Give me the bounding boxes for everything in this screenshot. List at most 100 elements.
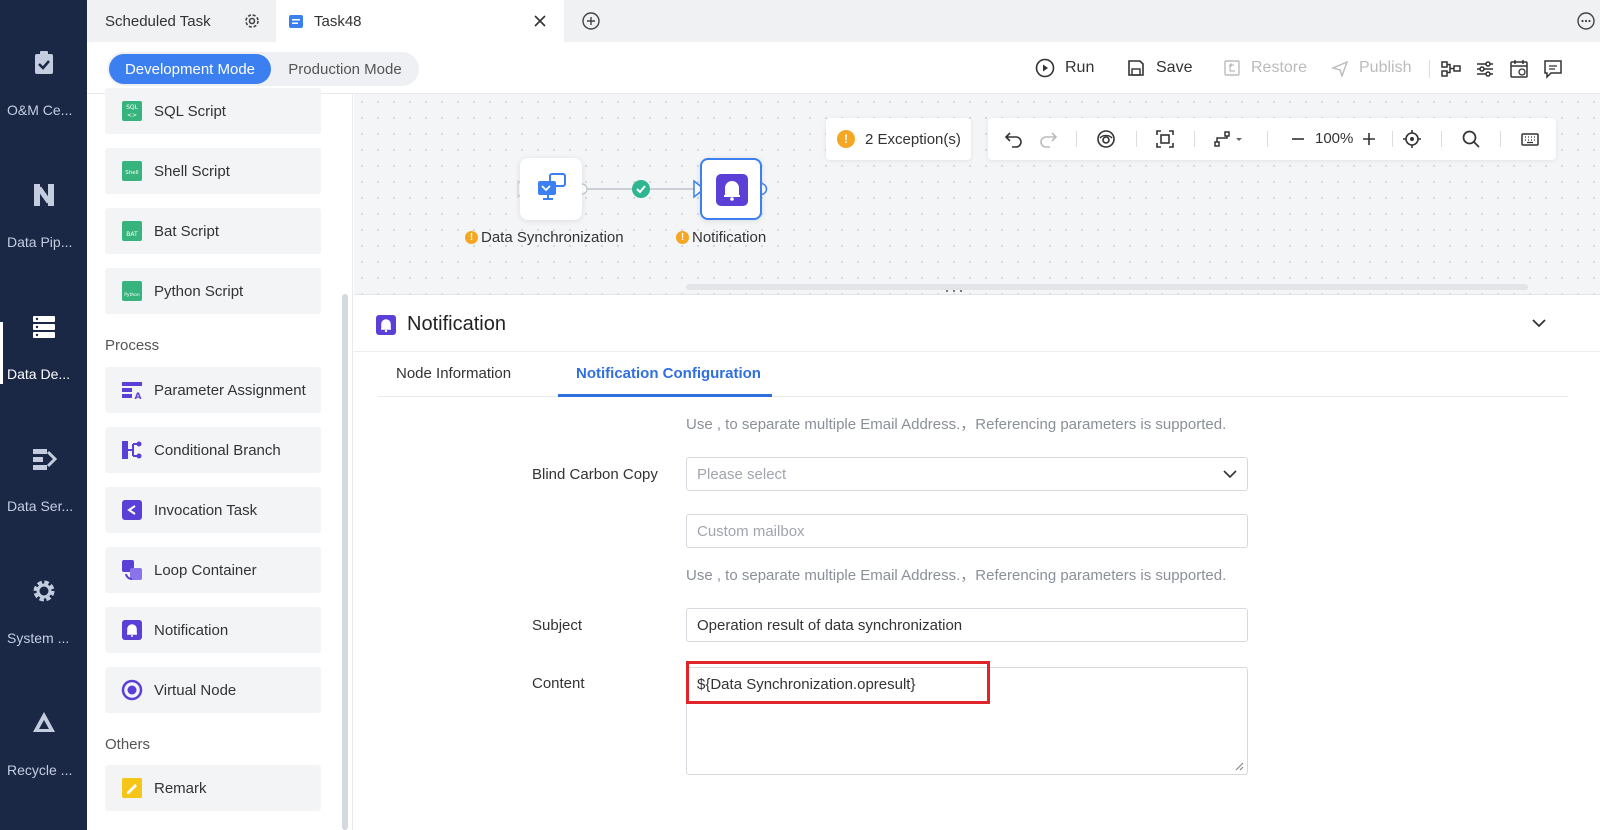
node-notification[interactable] xyxy=(700,158,762,220)
bcc-label: Blind Carbon Copy xyxy=(532,466,658,483)
add-tab-icon[interactable] xyxy=(582,12,600,30)
subject-label: Subject xyxy=(532,617,583,634)
nav-data-service[interactable]: Data Ser... xyxy=(0,446,87,566)
tab-node-information[interactable]: Node Information xyxy=(396,365,511,382)
panel-tabs: Node Information Notification Configurat… xyxy=(378,353,1568,397)
component-bat-script[interactable]: BAT Bat Script xyxy=(105,208,321,254)
chevron-down-icon[interactable] xyxy=(1531,317,1547,329)
locate-icon[interactable] xyxy=(1402,129,1422,149)
gear-icon[interactable] xyxy=(243,12,261,30)
tab-task48[interactable]: Task48 xyxy=(276,0,564,42)
gear-icon xyxy=(33,580,55,602)
component-conditional-branch[interactable]: Conditional Branch xyxy=(105,427,321,473)
divider xyxy=(1194,131,1195,147)
svg-text:A: A xyxy=(135,392,142,401)
restore-button[interactable]: Restore xyxy=(1223,56,1307,80)
component-label: Remark xyxy=(154,779,207,797)
undo-icon[interactable] xyxy=(1004,129,1024,149)
loop-icon xyxy=(122,560,142,581)
mode-switch: Development Mode Production Mode xyxy=(107,52,419,86)
keyboard-icon[interactable] xyxy=(1520,129,1540,149)
node-label-text: Notification xyxy=(692,229,767,246)
schedule-config-icon[interactable] xyxy=(1508,58,1530,80)
component-shell-script[interactable]: Shell Shell Script xyxy=(105,148,321,194)
server-stack-icon xyxy=(33,316,55,338)
divider xyxy=(1429,60,1430,78)
main-nav-rail: O&M Ce... Data Pip... Data De... Data Se… xyxy=(0,0,87,830)
component-loop-container[interactable]: Loop Container xyxy=(105,547,321,593)
component-label: Notification xyxy=(154,621,229,639)
nav-label: Data Ser... xyxy=(7,498,74,514)
custom-mailbox-placeholder: Custom mailbox xyxy=(697,522,805,540)
zoom-in-icon[interactable] xyxy=(1359,129,1379,149)
tab-scheduled-task[interactable]: Scheduled Task xyxy=(105,0,211,42)
bat-script-icon: BAT xyxy=(122,221,142,241)
nav-data-pipeline[interactable]: Data Pip... xyxy=(0,182,87,302)
divider xyxy=(1136,131,1137,147)
nav-om-center[interactable]: O&M Ce... xyxy=(0,50,87,170)
resize-grip-icon[interactable] xyxy=(1234,761,1244,771)
nav-label: Recycle ... xyxy=(7,762,73,778)
component-sql-script[interactable]: SQL <> SQL Script xyxy=(105,88,321,134)
zoom-out-icon[interactable] xyxy=(1288,129,1308,149)
search-icon[interactable] xyxy=(1461,129,1481,149)
node-data-synchronization[interactable] xyxy=(520,158,582,220)
recycle-icon xyxy=(33,712,55,732)
tab-notification-configuration[interactable]: Notification Configuration xyxy=(576,365,761,382)
component-notification[interactable]: Notification xyxy=(105,607,321,653)
fit-view-icon[interactable] xyxy=(1155,129,1175,149)
component-virtual-node[interactable]: Virtual Node xyxy=(105,667,321,713)
layout-connector-icon[interactable] xyxy=(1213,129,1245,149)
sidebar-scrollbar[interactable] xyxy=(342,294,348,830)
component-invocation-task[interactable]: Invocation Task xyxy=(105,487,321,533)
pipeline-icon xyxy=(34,184,54,206)
component-label: SQL Script xyxy=(154,102,226,120)
exceptions-badge[interactable]: ! 2 Exception(s) xyxy=(826,118,971,160)
canvas-horizontal-scrollbar[interactable] xyxy=(686,284,1528,290)
close-icon[interactable] xyxy=(534,15,546,27)
component-remark[interactable]: Remark xyxy=(105,765,321,811)
divider xyxy=(1392,131,1393,147)
remark-icon xyxy=(122,778,142,798)
tab-label: Scheduled Task xyxy=(105,12,211,30)
tab-label: Task48 xyxy=(314,12,362,30)
nav-label: Data Pip... xyxy=(7,234,73,250)
svg-text:<>: <> xyxy=(127,112,137,119)
settings-sliders-icon[interactable] xyxy=(1474,58,1496,80)
subject-input[interactable]: Operation result of data synchronization xyxy=(686,608,1248,642)
workflow-canvas[interactable]: ! Data Synchronization ! Notification ! … xyxy=(354,94,1600,298)
play-icon xyxy=(1035,58,1055,78)
annotation-highlight-box xyxy=(686,661,990,704)
warning-icon: ! xyxy=(837,130,855,148)
lineage-icon[interactable] xyxy=(1440,58,1462,80)
component-label: Bat Script xyxy=(154,222,220,240)
watch-icon[interactable] xyxy=(1096,129,1116,149)
divider xyxy=(1076,131,1077,147)
more-icon[interactable] xyxy=(1577,12,1595,30)
component-label: Virtual Node xyxy=(154,681,237,699)
publish-button[interactable]: Publish xyxy=(1331,56,1411,80)
save-button[interactable]: Save xyxy=(1126,56,1192,80)
bcc-select[interactable]: Please select xyxy=(686,457,1248,491)
save-label: Save xyxy=(1156,59,1193,76)
nav-system[interactable]: System ... xyxy=(0,578,87,698)
nav-label: System ... xyxy=(7,630,70,646)
component-label: Conditional Branch xyxy=(154,441,281,459)
section-title-process: Process xyxy=(105,337,160,354)
tab-bar: Scheduled Task Task48 xyxy=(87,0,1600,42)
comment-icon[interactable] xyxy=(1542,58,1564,80)
data-service-icon xyxy=(33,449,57,470)
divider xyxy=(1267,131,1268,147)
production-mode-button[interactable]: Production Mode xyxy=(273,54,417,84)
component-python-script[interactable]: Python Python Script xyxy=(105,268,321,314)
nav-recycle[interactable]: Recycle ... xyxy=(0,710,87,830)
development-mode-button[interactable]: Development Mode xyxy=(109,54,271,84)
nav-data-development[interactable]: Data De... xyxy=(0,314,87,434)
redo-icon[interactable] xyxy=(1038,129,1058,149)
run-button[interactable]: Run xyxy=(1035,56,1094,80)
svg-text:SQL: SQL xyxy=(126,104,139,111)
component-parameter-assignment[interactable]: A Parameter Assignment xyxy=(105,367,321,413)
component-label: Invocation Task xyxy=(154,501,258,519)
custom-mailbox-input[interactable]: Custom mailbox xyxy=(686,514,1248,548)
bell-icon xyxy=(716,174,748,206)
